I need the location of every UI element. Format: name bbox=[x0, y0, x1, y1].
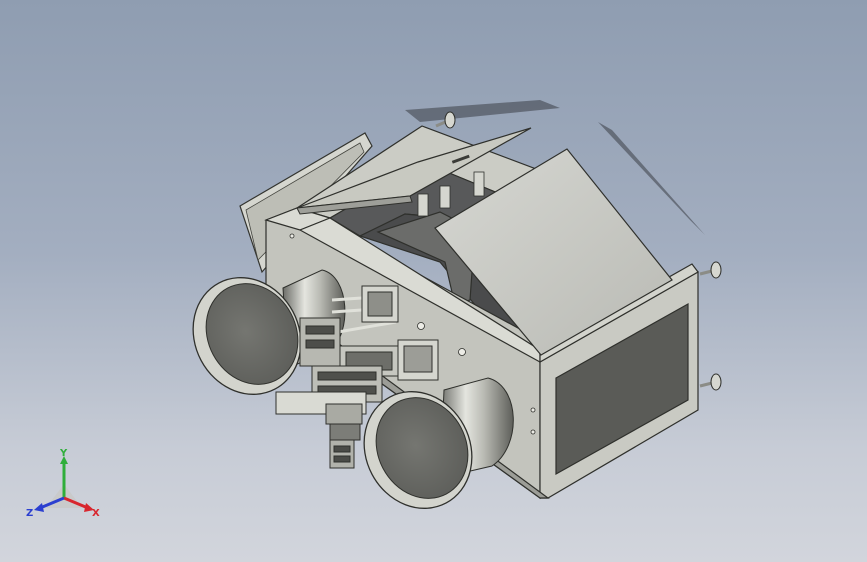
z-axis-label: Z bbox=[26, 508, 33, 519]
cad-model-3d[interactable] bbox=[0, 0, 867, 562]
x-axis-label: X bbox=[92, 508, 100, 519]
z-axis-head-icon bbox=[34, 503, 44, 512]
view-orientation-triad[interactable]: Y X Z bbox=[24, 446, 104, 522]
graphics-viewport[interactable]: Y X Z bbox=[0, 0, 867, 562]
y-axis-label: Y bbox=[59, 448, 68, 459]
